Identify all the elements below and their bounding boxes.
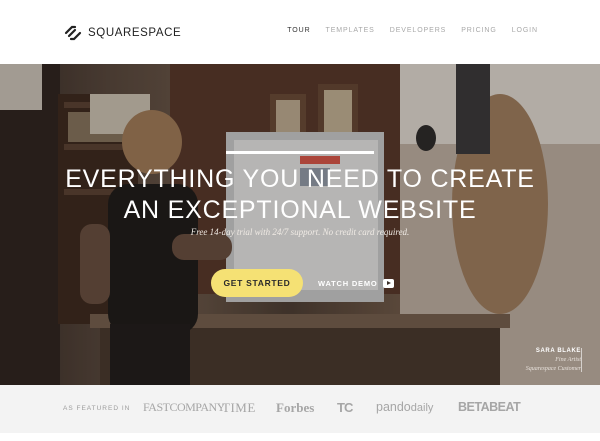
hero-subtitle: Free 14-day trial with 24/7 support. No … [190,227,410,237]
nav-item-pricing[interactable]: PRICING [461,27,496,34]
hero-section: EVERYTHING YOU NEED TO CREATE AN EXCEPTI… [0,64,600,385]
photo-credit: SARA BLAKE Fine Artist Squarespace Custo… [526,348,582,372]
hero-title-line-2: AN EXCEPTIONAL WEBSITE [123,196,477,224]
hero-title-line-1: EVERYTHING YOU NEED TO CREATE [65,165,535,193]
press-logo-forbes: Forbes [276,400,315,415]
brand-logo[interactable]: SQUARESPACE [64,24,181,42]
site-header: SQUARESPACE TOUR TEMPLATES DEVELOPERS PR… [0,0,600,64]
credit-customer: Squarespace Customer [525,366,581,372]
play-icon [382,278,394,288]
credit-role: Fine Artist [555,357,581,363]
nav-item-developers[interactable]: DEVELOPERS [390,27,446,34]
featured-label: AS FEATURED IN [63,405,131,412]
squarespace-logo-icon [64,25,82,41]
press-logo-betabeat: BETABEAT [458,400,521,414]
nav-item-tour[interactable]: TOUR [287,27,310,34]
credit-name: SARA BLAKE [535,348,581,354]
press-logo-pandodaily: pandodaily [376,400,433,414]
press-logo-fastcompany: FASTCOMPANY [143,400,225,414]
main-nav: TOUR TEMPLATES DEVELOPERS PRICING LOGIN [272,27,538,34]
nav-item-templates[interactable]: TEMPLATES [326,27,375,34]
watch-demo-label: WATCH DEMO [318,278,378,288]
pando-main: pando [376,400,411,414]
press-logo-techcrunch: TC [337,400,353,415]
featured-in-bar: AS FEATURED IN FASTCOMPANY TIME Forbes T… [0,385,600,433]
hero-divider [226,151,374,154]
press-logo-time: TIME [222,400,256,415]
hero-title: EVERYTHING YOU NEED TO CREATE AN EXCEPTI… [0,164,600,226]
watch-demo-link[interactable]: WATCH DEMO [318,277,394,289]
get-started-button[interactable]: GET STARTED [211,269,303,297]
pando-daily: daily [410,402,434,414]
nav-item-login[interactable]: LOGIN [512,27,538,34]
brand-name: SQUARESPACE [88,27,182,39]
bottom-strip [0,433,600,441]
